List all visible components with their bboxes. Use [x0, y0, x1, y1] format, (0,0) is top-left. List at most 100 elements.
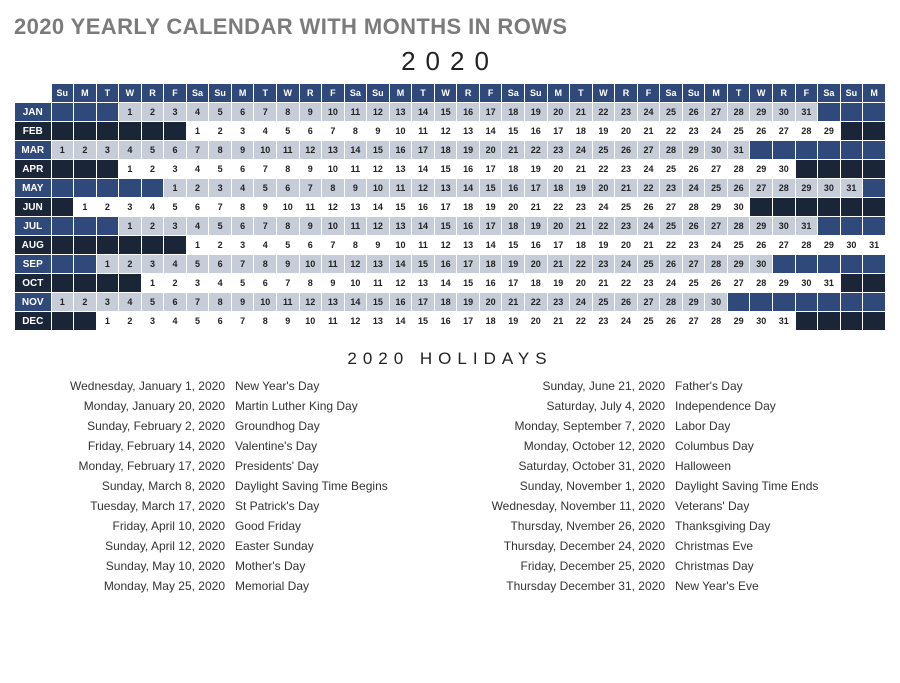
- day-cell: 4: [254, 122, 277, 141]
- empty-cell: [818, 293, 841, 312]
- day-cell: 20: [547, 103, 570, 122]
- day-cell: 17: [412, 293, 435, 312]
- day-cell: 26: [750, 236, 773, 255]
- day-cell: 10: [389, 122, 412, 141]
- day-cell: 10: [389, 236, 412, 255]
- day-cell: 11: [276, 141, 299, 160]
- day-cell: 26: [660, 255, 683, 274]
- day-cell: 16: [502, 179, 525, 198]
- day-cell: 24: [615, 255, 638, 274]
- dow-header: W: [750, 84, 773, 103]
- dow-header: R: [141, 84, 164, 103]
- day-cell: 11: [344, 160, 367, 179]
- day-cell: 14: [479, 236, 502, 255]
- day-cell: 8: [276, 103, 299, 122]
- day-cell: 30: [773, 217, 796, 236]
- holiday-date: Wednesday, January 1, 2020: [25, 379, 225, 393]
- day-cell: 8: [254, 255, 277, 274]
- day-cell: 15: [389, 198, 412, 217]
- day-cell: 23: [660, 179, 683, 198]
- day-cell: 25: [660, 103, 683, 122]
- empty-cell: [119, 179, 142, 198]
- holiday-name: Columbus Day: [675, 439, 875, 453]
- dow-header: T: [412, 84, 435, 103]
- day-cell: 19: [524, 160, 547, 179]
- dow-header: W: [276, 84, 299, 103]
- day-cell: 28: [705, 255, 728, 274]
- day-cell: 3: [164, 217, 187, 236]
- day-cell: 3: [231, 122, 254, 141]
- day-cell: 17: [524, 179, 547, 198]
- day-cell: 5: [276, 122, 299, 141]
- day-cell: 16: [457, 103, 480, 122]
- day-cell: 29: [682, 141, 705, 160]
- day-cell: 5: [209, 103, 232, 122]
- dow-header: Su: [367, 84, 390, 103]
- day-cell: 2: [141, 103, 164, 122]
- day-cell: 27: [682, 255, 705, 274]
- day-cell: 9: [367, 122, 390, 141]
- day-cell: 29: [750, 103, 773, 122]
- dow-header: Su: [209, 84, 232, 103]
- empty-cell: [863, 103, 886, 122]
- day-cell: 18: [457, 198, 480, 217]
- empty-cell: [840, 217, 863, 236]
- day-cell: 29: [727, 255, 750, 274]
- day-cell: 28: [727, 160, 750, 179]
- corner-cell: [15, 84, 52, 103]
- day-cell: 22: [524, 141, 547, 160]
- day-cell: 8: [276, 217, 299, 236]
- empty-cell: [51, 179, 74, 198]
- day-cell: 6: [276, 179, 299, 198]
- day-cell: 16: [412, 198, 435, 217]
- day-cell: 8: [344, 122, 367, 141]
- day-cell: 7: [186, 141, 209, 160]
- dow-header: T: [254, 84, 277, 103]
- holiday-date: Thursday, December 24, 2020: [465, 539, 665, 553]
- empty-cell: [96, 160, 119, 179]
- day-cell: 7: [254, 217, 277, 236]
- day-cell: 18: [502, 217, 525, 236]
- dow-header: F: [795, 84, 818, 103]
- day-cell: 13: [344, 198, 367, 217]
- day-cell: 13: [322, 141, 345, 160]
- holiday-name: Good Friday: [235, 519, 435, 533]
- day-cell: 16: [457, 160, 480, 179]
- empty-cell: [51, 122, 74, 141]
- day-cell: 31: [840, 179, 863, 198]
- day-cell: 7: [254, 160, 277, 179]
- day-cell: 11: [412, 236, 435, 255]
- empty-cell: [74, 236, 97, 255]
- day-cell: 21: [615, 179, 638, 198]
- day-cell: 24: [705, 236, 728, 255]
- day-cell: 16: [434, 312, 457, 331]
- day-cell: 22: [570, 312, 593, 331]
- day-cell: 24: [615, 312, 638, 331]
- day-cell: 17: [412, 141, 435, 160]
- day-cell: 14: [344, 293, 367, 312]
- day-cell: 6: [299, 122, 322, 141]
- empty-cell: [51, 236, 74, 255]
- day-cell: 13: [389, 103, 412, 122]
- day-cell: 29: [682, 293, 705, 312]
- day-cell: 25: [592, 293, 615, 312]
- day-cell: 19: [547, 274, 570, 293]
- day-cell: 12: [434, 236, 457, 255]
- day-cell: 18: [547, 179, 570, 198]
- day-cell: 21: [570, 160, 593, 179]
- day-cell: 23: [682, 236, 705, 255]
- empty-cell: [141, 179, 164, 198]
- day-cell: 17: [547, 122, 570, 141]
- day-cell: 20: [615, 236, 638, 255]
- day-cell: 21: [637, 122, 660, 141]
- day-cell: 30: [773, 160, 796, 179]
- day-cell: 29: [727, 312, 750, 331]
- empty-cell: [773, 141, 796, 160]
- day-cell: 26: [637, 198, 660, 217]
- empty-cell: [818, 103, 841, 122]
- day-cell: 4: [209, 274, 232, 293]
- day-cell: 9: [322, 274, 345, 293]
- day-cell: 28: [682, 198, 705, 217]
- day-cell: 24: [637, 103, 660, 122]
- holiday-date: Friday, February 14, 2020: [25, 439, 225, 453]
